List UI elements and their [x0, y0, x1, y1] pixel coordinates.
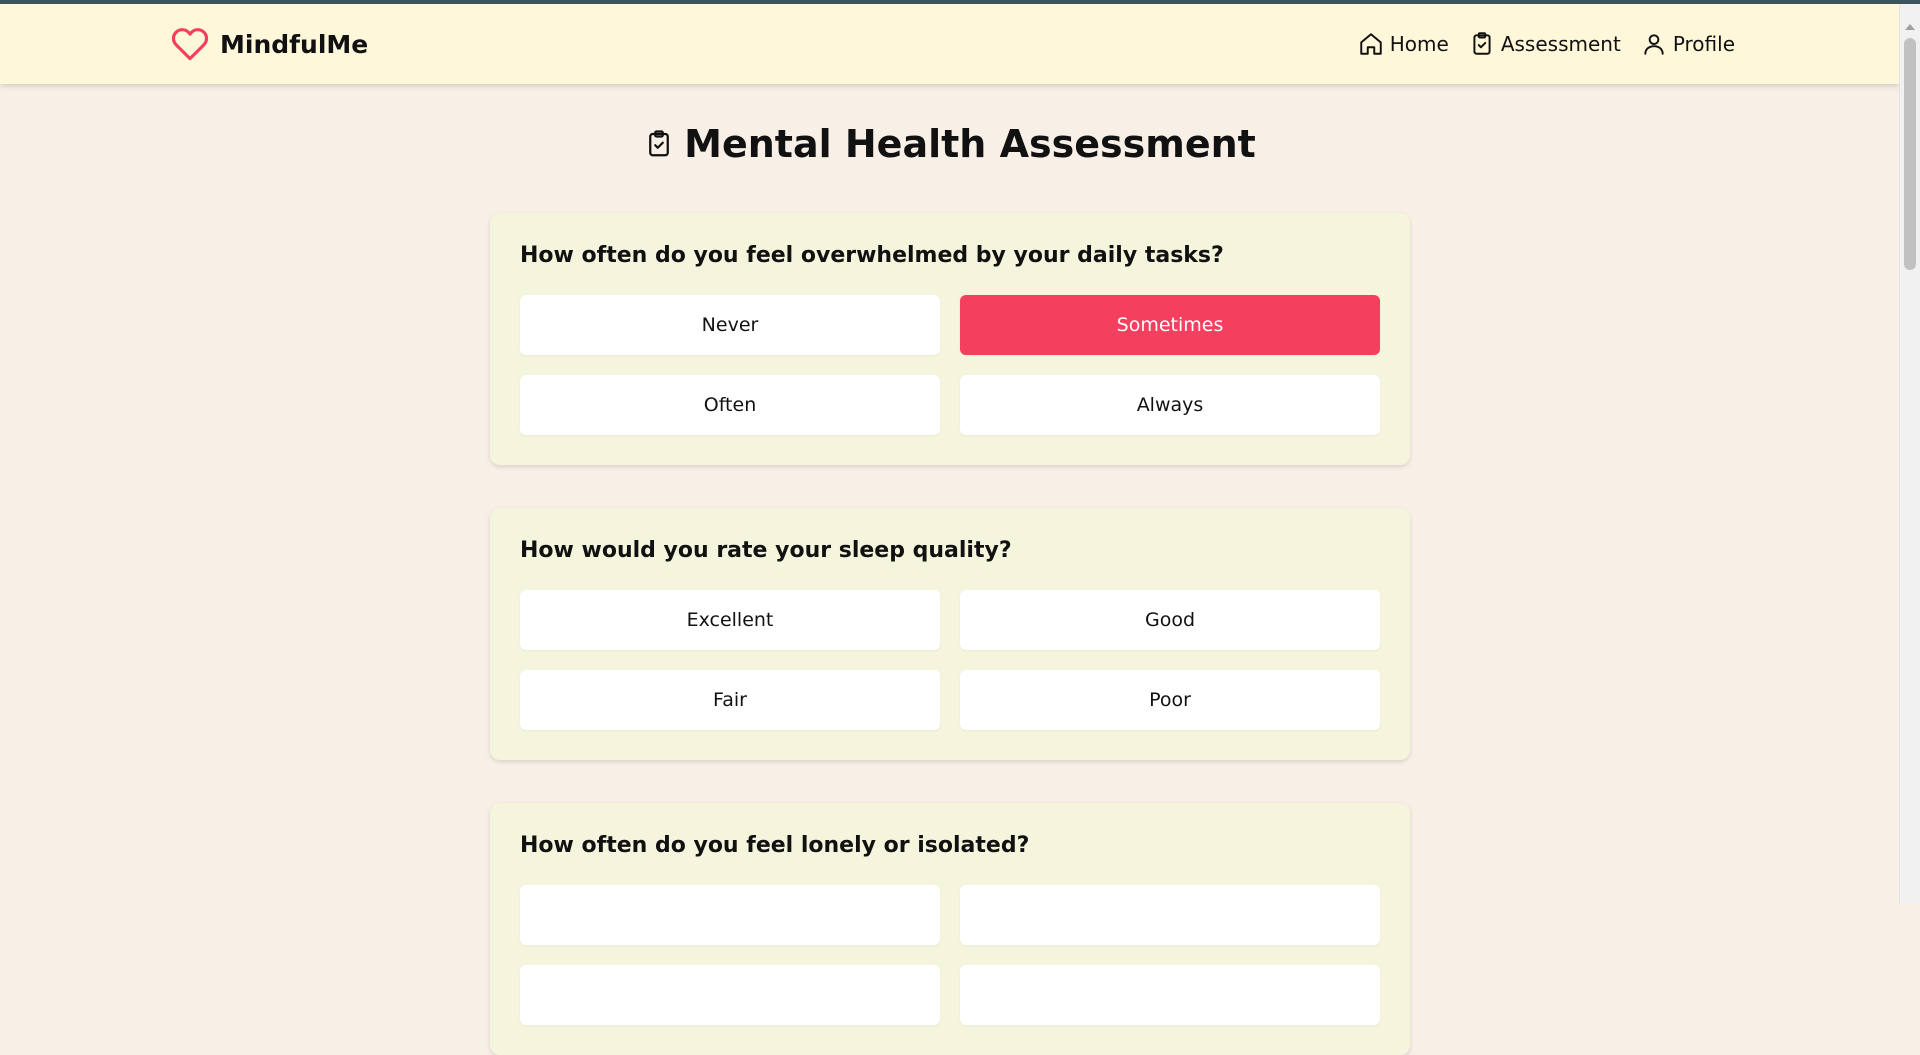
- question-text: How often do you feel lonely or isolated…: [520, 833, 1030, 858]
- answer-option[interactable]: Good: [960, 590, 1380, 650]
- answer-option[interactable]: Often: [520, 375, 940, 435]
- nav-home-label: Home: [1389, 32, 1449, 56]
- heart-icon: [171, 28, 209, 61]
- nav-home[interactable]: Home: [1358, 31, 1449, 57]
- answer-option[interactable]: [960, 885, 1380, 945]
- page-heading: Mental Health Assessment: [0, 122, 1900, 166]
- answer-option[interactable]: Never: [520, 295, 940, 355]
- question-card: How would you rate your sleep quality? E…: [490, 508, 1410, 760]
- question-card: How often do you feel overwhelmed by you…: [490, 213, 1410, 465]
- question-text: How often do you feel overwhelmed by you…: [520, 243, 1224, 268]
- scroll-up-arrow-icon[interactable]: [1905, 24, 1915, 30]
- clipboard-check-icon: [1473, 32, 1491, 55]
- answer-option[interactable]: [960, 965, 1380, 1025]
- scroll-thumb[interactable]: [1904, 38, 1916, 270]
- answer-option[interactable]: Always: [960, 375, 1380, 435]
- brand[interactable]: MindfulMe: [170, 24, 368, 64]
- answer-option[interactable]: Excellent: [520, 590, 940, 650]
- answer-option[interactable]: Poor: [960, 670, 1380, 730]
- answer-option[interactable]: [520, 885, 940, 945]
- question-card: How often do you feel lonely or isolated…: [490, 803, 1410, 1055]
- nav-profile-label: Profile: [1672, 32, 1735, 56]
- page-title: Mental Health Assessment: [684, 122, 1256, 166]
- answer-option-selected[interactable]: Sometimes: [960, 295, 1380, 355]
- clipboard-check-icon: [649, 130, 670, 157]
- main-nav: Home Assessment Profile: [1338, 24, 1735, 64]
- vertical-scrollbar[interactable]: [1899, 4, 1920, 903]
- top-navbar: MindfulMe Home Assessment Profile: [0, 4, 1900, 84]
- nav-profile[interactable]: Profile: [1641, 31, 1735, 57]
- answer-option[interactable]: [520, 965, 940, 1025]
- brand-name: MindfulMe: [220, 29, 369, 59]
- question-text: How would you rate your sleep quality?: [520, 538, 1012, 563]
- answer-option[interactable]: Fair: [520, 670, 940, 730]
- home-icon: [1360, 33, 1382, 55]
- nav-assessment[interactable]: Assessment: [1469, 31, 1621, 57]
- nav-assessment-label: Assessment: [1500, 32, 1621, 56]
- user-icon: [1644, 34, 1664, 55]
